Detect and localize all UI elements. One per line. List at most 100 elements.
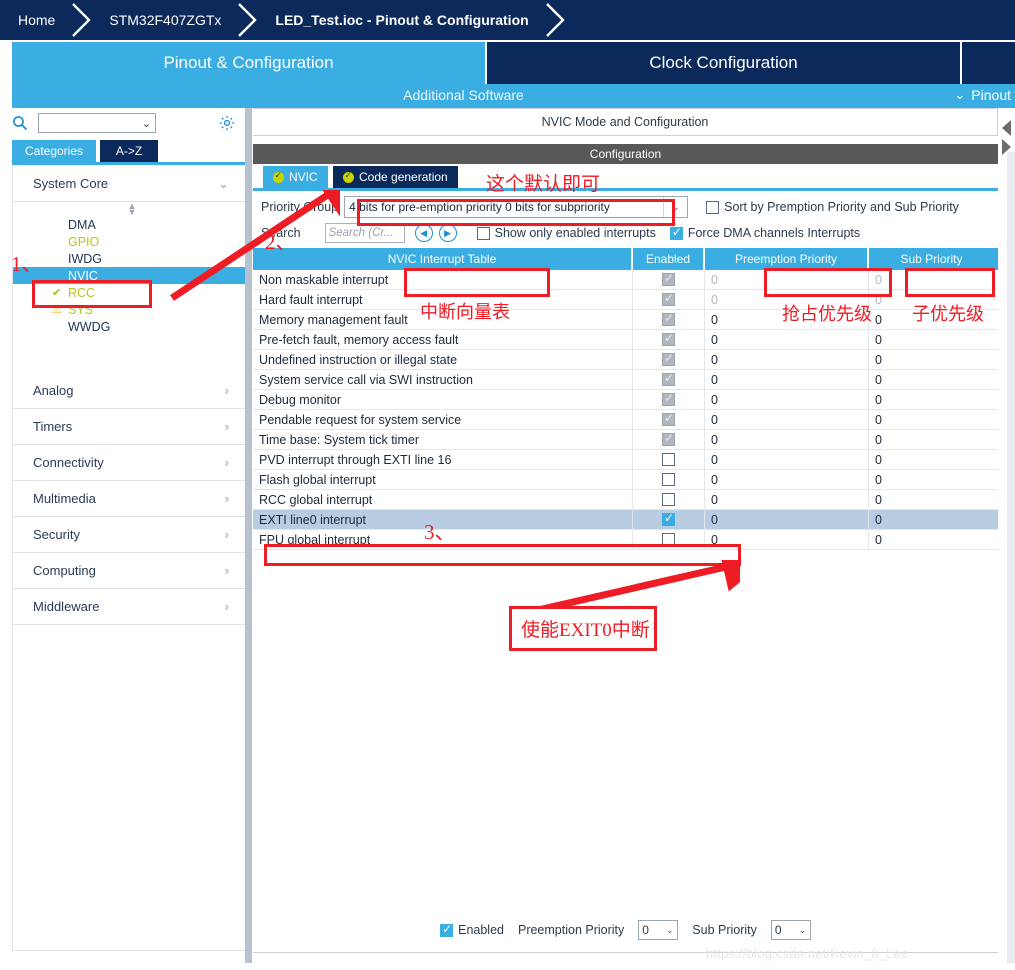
table-cell-sub-priority[interactable]: 0 xyxy=(869,450,994,469)
chevron-left-icon[interactable]: ◀ xyxy=(414,224,433,242)
table-cell-sub-priority[interactable]: 0 xyxy=(869,390,994,409)
table-cell-sub-priority[interactable]: 0 xyxy=(869,270,994,289)
table-cell-enabled[interactable] xyxy=(633,270,705,289)
breadcrumb-item-device[interactable]: STM32F407ZGTx xyxy=(95,0,235,40)
gear-icon[interactable] xyxy=(218,114,236,132)
table-cell-enabled[interactable] xyxy=(633,530,705,549)
table-cell-enabled[interactable] xyxy=(633,510,705,529)
search-input[interactable]: Search (Cr... xyxy=(324,223,405,243)
force-dma-checkbox[interactable]: Force DMA channels Interrupts xyxy=(669,225,860,240)
column-header-preemption[interactable]: Preemption Priority xyxy=(705,248,869,270)
table-cell-preemption-priority[interactable]: 0 xyxy=(705,310,869,329)
bottom-sub-select[interactable]: 0 ⌄ xyxy=(770,920,811,940)
sidebar-category-connectivity[interactable]: Connectivity › xyxy=(13,445,251,481)
enabled-checkbox[interactable] xyxy=(662,331,675,346)
column-header-enabled[interactable]: Enabled xyxy=(633,248,705,270)
panel-collapse-arrows[interactable] xyxy=(998,118,1015,158)
table-cell-preemption-priority[interactable]: 0 xyxy=(705,410,869,429)
sidebar-item-wwdg[interactable]: WWDG xyxy=(13,318,251,335)
table-cell-sub-priority[interactable]: 0 xyxy=(869,370,994,389)
sort-by-priority-checkbox[interactable]: Sort by Premption Priority and Sub Prior… xyxy=(706,200,959,214)
table-cell-preemption-priority[interactable]: 0 xyxy=(705,390,869,409)
table-row[interactable]: Non maskable interrupt 00 xyxy=(253,270,998,290)
tab-code-generation[interactable]: Code generation xyxy=(333,166,458,188)
table-cell-preemption-priority[interactable]: 0 xyxy=(705,530,869,549)
sidebar-category-multimedia[interactable]: Multimedia › xyxy=(13,481,251,517)
enabled-checkbox[interactable] xyxy=(662,311,675,326)
table-row[interactable]: Pre-fetch fault, memory access fault 00 xyxy=(253,330,998,350)
table-cell-enabled[interactable] xyxy=(633,310,705,329)
table-cell-enabled[interactable] xyxy=(633,390,705,409)
table-cell-sub-priority[interactable]: 0 xyxy=(869,310,994,329)
table-cell-preemption-priority[interactable]: 0 xyxy=(705,510,869,529)
table-cell-preemption-priority[interactable]: 0 xyxy=(705,450,869,469)
sidebar-scrollbar[interactable] xyxy=(245,108,252,963)
tab-pinout-configuration[interactable]: Pinout & Configuration xyxy=(12,42,485,84)
sidebar-category-security[interactable]: Security › xyxy=(13,517,251,553)
sidebar-category-computing[interactable]: Computing › xyxy=(13,553,251,589)
table-cell-sub-priority[interactable]: 0 xyxy=(869,290,994,309)
sidebar-item-nvic[interactable]: NVIC xyxy=(13,267,251,284)
sidebar-category-analog[interactable]: Analog › xyxy=(13,373,251,409)
show-only-enabled-checkbox[interactable]: Show only enabled interrupts xyxy=(476,226,656,240)
sidebar-item-sys[interactable]: ⚠ SYS xyxy=(13,301,251,318)
table-cell-preemption-priority[interactable]: 0 xyxy=(705,370,869,389)
scroll-up-spinner-icon[interactable]: ▲ ▼ xyxy=(13,202,251,217)
table-cell-enabled[interactable] xyxy=(633,350,705,369)
sidebar-item-iwdg[interactable]: IWDG xyxy=(13,250,251,267)
enabled-checkbox[interactable] xyxy=(662,493,675,506)
table-cell-preemption-priority[interactable]: 0 xyxy=(705,430,869,449)
sidebar-tab-a-z[interactable]: A->Z xyxy=(100,140,158,162)
table-cell-sub-priority[interactable]: 0 xyxy=(869,510,994,529)
table-cell-enabled[interactable] xyxy=(633,370,705,389)
table-cell-enabled[interactable] xyxy=(633,450,705,469)
tab-clock-configuration[interactable]: Clock Configuration xyxy=(487,42,960,84)
table-row[interactable]: System service call via SWI instruction 0… xyxy=(253,370,998,390)
enabled-checkbox[interactable] xyxy=(662,291,675,306)
chevron-right-icon[interactable]: ▶ xyxy=(438,224,457,242)
table-cell-enabled[interactable] xyxy=(633,290,705,309)
table-row[interactable]: FPU global interrupt 0 0 xyxy=(253,530,998,550)
table-cell-sub-priority[interactable]: 0 xyxy=(869,490,994,509)
show-only-enabled-box[interactable] xyxy=(476,226,490,240)
bottom-enabled-checkbox[interactable]: Enabled xyxy=(440,922,504,937)
table-cell-preemption-priority[interactable]: 0 xyxy=(705,330,869,349)
table-cell-enabled[interactable] xyxy=(633,470,705,489)
sidebar-item-gpio[interactable]: GPIO xyxy=(13,233,251,250)
table-cell-enabled[interactable] xyxy=(633,430,705,449)
table-row[interactable]: Flash global interrupt 0 0 xyxy=(253,470,998,490)
table-row[interactable]: Undefined instruction or illegal state 00 xyxy=(253,350,998,370)
sidebar-tab-categories[interactable]: Categories xyxy=(12,140,96,162)
table-cell-sub-priority[interactable]: 0 xyxy=(869,470,994,489)
table-cell-preemption-priority[interactable]: 0 xyxy=(705,290,869,309)
table-row[interactable]: Pendable request for system service 00 xyxy=(253,410,998,430)
column-header-sub[interactable]: Sub Priority xyxy=(869,248,994,270)
table-cell-enabled[interactable] xyxy=(633,490,705,509)
table-cell-preemption-priority[interactable]: 0 xyxy=(705,270,869,289)
additional-software-label[interactable]: Additional Software xyxy=(12,87,1015,103)
table-cell-sub-priority[interactable]: 0 xyxy=(869,410,994,429)
sort-checkbox-box[interactable] xyxy=(706,200,720,214)
enabled-checkbox[interactable] xyxy=(662,473,675,486)
table-row[interactable]: Hard fault interrupt 00 xyxy=(253,290,998,310)
pinout-dropdown[interactable]: ⌄ Pinout xyxy=(954,87,1011,103)
table-cell-sub-priority[interactable]: 0 xyxy=(869,430,994,449)
table-row[interactable]: Memory management fault 00 xyxy=(253,310,998,330)
enabled-checkbox[interactable] xyxy=(662,371,675,386)
content-scrollbar[interactable] xyxy=(1007,152,1015,963)
enabled-checkbox[interactable] xyxy=(662,391,675,406)
sidebar-item-rcc[interactable]: ✔ RCC xyxy=(13,284,251,301)
column-header-name[interactable]: NVIC Interrupt Table xyxy=(253,248,633,270)
priority-group-select[interactable]: 4 bits for pre-emption priority 0 bits f… xyxy=(344,196,689,218)
table-cell-sub-priority[interactable]: 0 xyxy=(869,330,994,349)
enabled-checkbox[interactable] xyxy=(662,511,675,526)
sidebar-group-system-core[interactable]: System Core ⌄ xyxy=(13,166,251,202)
sidebar-category-middleware[interactable]: Middleware › xyxy=(13,589,251,625)
table-cell-sub-priority[interactable]: 0 xyxy=(869,350,994,369)
table-cell-sub-priority[interactable]: 0 xyxy=(869,530,994,549)
enabled-checkbox[interactable] xyxy=(662,271,675,286)
sidebar-search-input[interactable]: ⌄ xyxy=(38,113,156,133)
table-row[interactable]: Debug monitor 00 xyxy=(253,390,998,410)
breadcrumb-item-home[interactable]: Home xyxy=(0,0,69,40)
table-row[interactable]: PVD interrupt through EXTI line 16 0 0 xyxy=(253,450,998,470)
